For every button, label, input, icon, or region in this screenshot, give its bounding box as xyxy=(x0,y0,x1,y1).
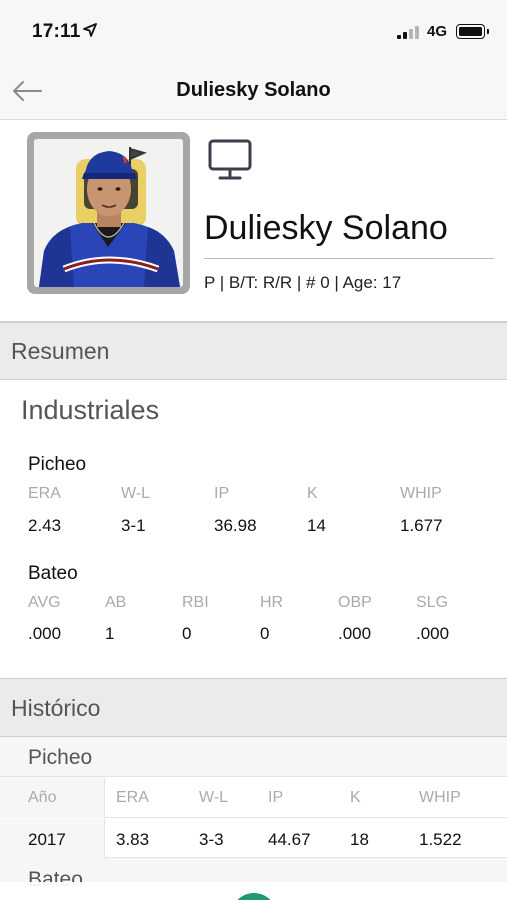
status-time: 17:11 xyxy=(32,21,81,42)
stat-value: 3-1 xyxy=(121,516,146,535)
stat-header: OBP xyxy=(338,594,372,611)
player-info: P | B/T: R/R | # 0 | Age: 17 xyxy=(204,273,402,292)
stat-header: IP xyxy=(214,485,230,502)
summary-batting-headers: AVG AB RBI HR OBP SLG xyxy=(0,594,507,618)
stat-header: WHIP xyxy=(400,485,442,502)
stat-header: SLG xyxy=(416,594,449,611)
battery-icon xyxy=(456,24,489,39)
summary-batting-title: Bateo xyxy=(28,563,78,584)
player-photo xyxy=(34,139,183,287)
stat-header: AB xyxy=(105,594,127,611)
history-pitching-title: Picheo xyxy=(28,746,93,769)
stat-header: ERA xyxy=(116,789,149,806)
stat-header: Año xyxy=(28,789,57,806)
player-name: Duliesky Solano xyxy=(204,209,448,247)
stat-header: K xyxy=(307,485,318,502)
summary-pitching-values: 2.43 3-1 36.98 14 1.677 xyxy=(0,516,507,540)
stat-value: .000 xyxy=(416,624,450,643)
stat-value: 36.98 xyxy=(214,516,257,535)
nav-title: Duliesky Solano xyxy=(176,79,331,101)
stat-header: W-L xyxy=(121,485,151,502)
history-pitching-headers: Año ERA W-L IP K WHIP xyxy=(0,778,507,818)
section-header-historico: Histórico xyxy=(0,678,507,737)
table-cell: 3-3 xyxy=(199,830,224,849)
section-title-resumen: Resumen xyxy=(11,338,110,364)
name-divider xyxy=(204,258,494,259)
signal-icon xyxy=(397,26,421,39)
summary-pitching-title: Picheo xyxy=(28,454,87,475)
table-cell: 18 xyxy=(350,830,369,849)
network-label: 4G xyxy=(427,23,448,40)
stat-header: WHIP xyxy=(419,789,461,806)
location-arrow-icon xyxy=(83,23,97,37)
stat-header: ERA xyxy=(28,485,61,502)
stat-value: 0 xyxy=(260,624,270,643)
history-pitching-title-row: Picheo xyxy=(0,737,507,777)
monitor-icon[interactable] xyxy=(208,138,252,182)
player-profile: Duliesky Solano P | B/T: R/R | # 0 | Age… xyxy=(0,121,507,322)
stat-header: HR xyxy=(260,594,284,611)
table-row: 2017 3.83 3-3 44.67 18 1.522 xyxy=(0,819,507,858)
stat-value: .000 xyxy=(338,624,372,643)
table-cell: 1.522 xyxy=(419,830,462,849)
table-cell: 3.83 xyxy=(116,830,150,849)
player-photo-frame xyxy=(27,132,190,294)
summary-pitching-headers: ERA W-L IP K WHIP xyxy=(0,485,507,509)
stat-header: RBI xyxy=(182,594,209,611)
stat-header: K xyxy=(350,789,361,806)
stat-value: 2.43 xyxy=(28,516,62,535)
summary-batting-values: .000 1 0 0 .000 .000 xyxy=(0,624,507,648)
table-cell: 2017 xyxy=(28,830,66,849)
nav-bar: Duliesky Solano xyxy=(0,62,507,120)
stat-header: AVG xyxy=(28,594,61,611)
stat-value: 1 xyxy=(105,624,115,643)
team-name: Industriales xyxy=(21,395,160,425)
stat-header: IP xyxy=(268,789,284,806)
stat-value: 0 xyxy=(182,624,192,643)
table-cell: 44.67 xyxy=(268,830,311,849)
stat-value: 14 xyxy=(307,516,326,535)
stat-value: 1.677 xyxy=(400,516,443,535)
section-header-resumen: Resumen xyxy=(0,322,507,380)
stat-header: W-L xyxy=(199,789,229,806)
section-title-historico: Histórico xyxy=(11,695,101,721)
stat-value: .000 xyxy=(28,624,62,643)
status-bar: 17:11 4G xyxy=(0,0,507,62)
